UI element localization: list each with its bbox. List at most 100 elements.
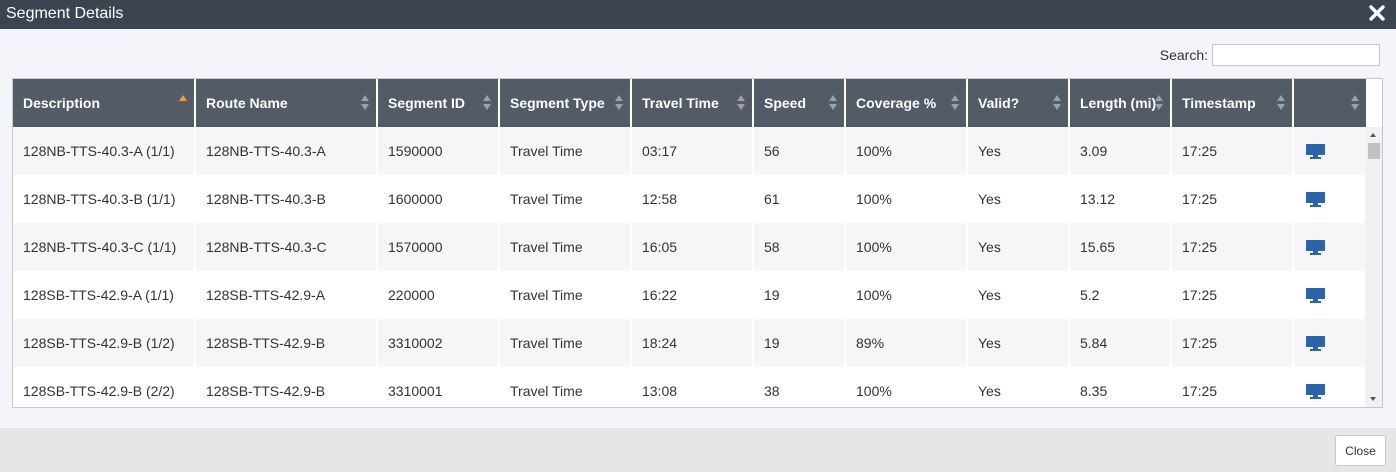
segment-type-cell: Travel Time [499, 175, 632, 223]
column-header[interactable]: Route Name [195, 79, 378, 127]
close-x-icon[interactable] [1368, 3, 1386, 23]
coverage-cell: 89% [845, 319, 968, 367]
monitor-icon[interactable] [1306, 335, 1325, 351]
column-header[interactable]: Length (mi) [1069, 79, 1172, 127]
travel-time-cell: 12:58 [631, 175, 754, 223]
sort-icon[interactable] [829, 95, 837, 111]
route-name-cell: 128SB-TTS-42.9-B [195, 319, 378, 367]
table-row[interactable]: 128SB-TTS-42.9-A (1/1) 128SB-TTS-42.9-A 22… [13, 271, 1366, 319]
coverage-cell: 100% [845, 271, 968, 319]
speed-cell: 19 [753, 271, 846, 319]
column-header[interactable]: Valid? [967, 79, 1070, 127]
sort-ascending-icon[interactable] [179, 95, 187, 111]
route-name-cell: 128NB-TTS-40.3-B [195, 175, 378, 223]
description-cell: 128NB-TTS-40.3-B (1/1) [13, 175, 196, 223]
dialog-footer: Close [0, 428, 1396, 472]
column-header[interactable]: Timestamp [1171, 79, 1294, 127]
dialog-titlebar: Segment Details [0, 0, 1396, 29]
scroll-thumb[interactable] [1368, 143, 1380, 159]
description-cell: 128SB-TTS-42.9-A (1/1) [13, 271, 196, 319]
length-cell: 8.35 [1069, 367, 1172, 407]
column-header[interactable]: Segment Type [499, 79, 632, 127]
monitor-icon[interactable] [1306, 143, 1325, 159]
scroll-up-icon[interactable] [1370, 133, 1376, 137]
column-header-label: Valid? [978, 94, 1020, 111]
monitor-icon[interactable] [1306, 383, 1325, 399]
sort-icon[interactable] [737, 95, 745, 111]
valid-cell: Yes [967, 223, 1070, 271]
route-name-cell: 128SB-TTS-42.9-A [195, 271, 378, 319]
column-header-label: Segment ID [388, 94, 466, 111]
description-cell: 128SB-TTS-42.9-B (1/2) [13, 319, 196, 367]
timestamp-cell: 17:25 [1171, 271, 1294, 319]
table-body: 128NB-TTS-40.3-A (1/1) 128NB-TTS-40.3-A 15… [13, 127, 1366, 407]
description-cell: 128NB-TTS-40.3-A (1/1) [13, 127, 196, 175]
monitor-icon[interactable] [1306, 239, 1325, 255]
segment-id-cell: 3310002 [377, 319, 500, 367]
sort-icon[interactable] [1277, 95, 1285, 111]
segment-type-cell: Travel Time [499, 271, 632, 319]
sort-icon[interactable] [615, 95, 623, 111]
segment-id-cell: 220000 [377, 271, 500, 319]
column-header[interactable]: Segment ID [377, 79, 500, 127]
table-row[interactable]: 128NB-TTS-40.3-C (1/1) 128NB-TTS-40.3-C 15… [13, 223, 1366, 271]
table-body-viewport: 128NB-TTS-40.3-A (1/1) 128NB-TTS-40.3-A 15… [13, 127, 1382, 407]
column-header[interactable]: Speed [753, 79, 846, 127]
header-row: Description Route Name Segment ID Segment T… [13, 79, 1366, 127]
monitor-icon[interactable] [1306, 287, 1325, 303]
column-header-label: Route Name [206, 94, 288, 111]
length-cell: 15.65 [1069, 223, 1172, 271]
search-bar: Search: [1160, 44, 1380, 66]
column-header[interactable]: Coverage % [845, 79, 968, 127]
travel-time-cell: 16:22 [631, 271, 754, 319]
timestamp-cell: 17:25 [1171, 127, 1294, 175]
valid-cell: Yes [967, 175, 1070, 223]
column-header[interactable]: Travel Time [631, 79, 754, 127]
sort-icon[interactable] [483, 95, 491, 111]
travel-time-cell: 03:17 [631, 127, 754, 175]
table-row[interactable]: 128NB-TTS-40.3-B (1/1) 128NB-TTS-40.3-B 16… [13, 175, 1366, 223]
speed-cell: 38 [753, 367, 846, 407]
sort-icon[interactable] [1155, 95, 1163, 111]
sort-icon[interactable] [951, 95, 959, 111]
action-cell [1293, 319, 1366, 367]
column-header[interactable]: Description [13, 79, 196, 127]
dialog-body: Search: Description Route Name Segment ID S… [0, 29, 1396, 428]
action-cell [1293, 223, 1366, 271]
column-header-label: Segment Type [510, 94, 605, 111]
monitor-icon[interactable] [1306, 191, 1325, 207]
table-row[interactable]: 128SB-TTS-42.9-B (2/2) 128SB-TTS-42.9-B 33… [13, 367, 1366, 407]
column-header-label: Speed [764, 94, 807, 111]
valid-cell: Yes [967, 367, 1070, 407]
action-cell [1293, 175, 1366, 223]
segment-table: Description Route Name Segment ID Segment T… [12, 78, 1383, 408]
column-header-label: Timestamp [1182, 94, 1256, 111]
close-button[interactable]: Close [1335, 435, 1386, 466]
travel-time-cell: 18:24 [631, 319, 754, 367]
table-row[interactable]: 128NB-TTS-40.3-A (1/1) 128NB-TTS-40.3-A 15… [13, 127, 1366, 175]
timestamp-cell: 17:25 [1171, 367, 1294, 407]
valid-cell: Yes [967, 271, 1070, 319]
column-header-label: Coverage % [856, 94, 937, 111]
description-cell: 128SB-TTS-42.9-B (2/2) [13, 367, 196, 407]
length-cell: 13.12 [1069, 175, 1172, 223]
timestamp-cell: 17:25 [1171, 319, 1294, 367]
segment-type-cell: Travel Time [499, 319, 632, 367]
valid-cell: Yes [967, 319, 1070, 367]
route-name-cell: 128NB-TTS-40.3-C [195, 223, 378, 271]
vertical-scrollbar[interactable] [1365, 127, 1382, 407]
search-input[interactable] [1212, 44, 1380, 66]
table-row[interactable]: 128SB-TTS-42.9-B (1/2) 128SB-TTS-42.9-B 33… [13, 319, 1366, 367]
sort-icon[interactable] [1053, 95, 1061, 111]
table-header: Description Route Name Segment ID Segment T… [13, 79, 1366, 127]
scroll-down-icon[interactable] [1370, 397, 1376, 401]
segment-type-cell: Travel Time [499, 367, 632, 407]
column-header[interactable] [1293, 79, 1366, 127]
sort-icon[interactable] [361, 95, 369, 111]
coverage-cell: 100% [845, 223, 968, 271]
timestamp-cell: 17:25 [1171, 223, 1294, 271]
segment-type-cell: Travel Time [499, 223, 632, 271]
sort-icon[interactable] [1351, 95, 1359, 111]
speed-cell: 19 [753, 319, 846, 367]
length-cell: 5.2 [1069, 271, 1172, 319]
